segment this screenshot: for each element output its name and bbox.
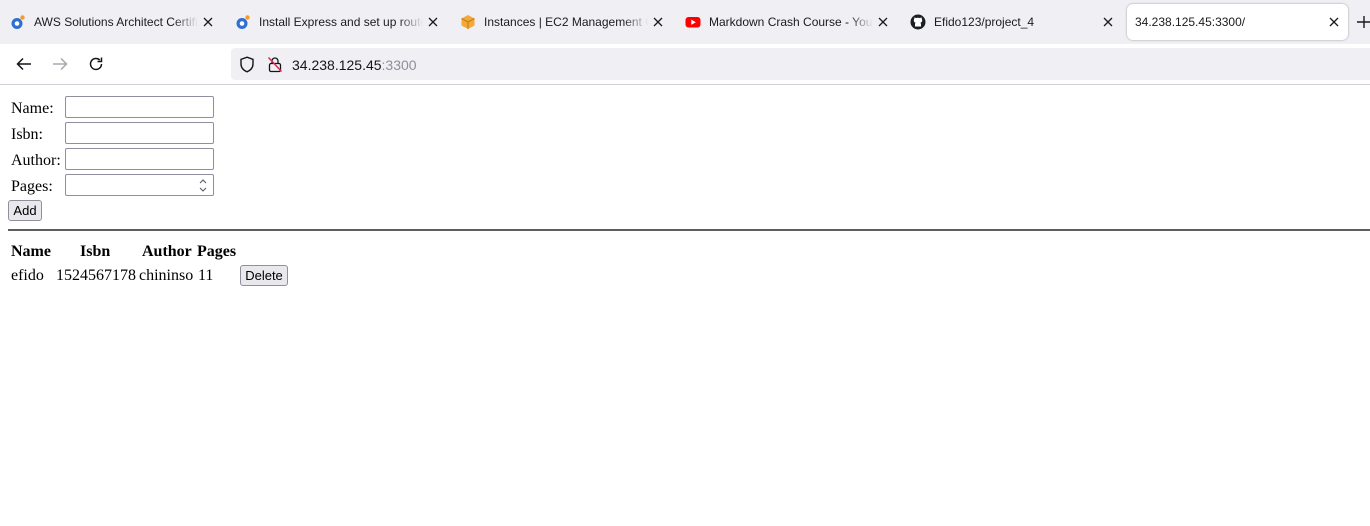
tab-title: 34.238.125.45:3300/: [1135, 15, 1246, 29]
blue-swirl-icon: [235, 14, 251, 30]
reload-icon[interactable]: [84, 52, 108, 76]
close-tab-icon[interactable]: [200, 14, 216, 30]
tab-title: Efido123/project_4: [934, 15, 1035, 29]
pages-label: Pages:: [11, 178, 53, 195]
tab-strip: AWS Solutions Architect Certification In…: [0, 0, 1370, 44]
header-name: Name: [11, 243, 51, 260]
tab-install-express[interactable]: Install Express and set up routes: [225, 4, 447, 40]
isbn-input[interactable]: [65, 122, 214, 144]
close-tab-icon[interactable]: [650, 14, 666, 30]
blue-swirl-icon: [10, 14, 26, 30]
tab-title: AWS Solutions Architect Certification: [34, 15, 198, 29]
tab-ec2-instances[interactable]: Instances | EC2 Management Console: [450, 4, 672, 40]
tab-github-project[interactable]: Efido123/project_4: [900, 4, 1122, 40]
cell-name: efido: [11, 267, 44, 284]
header-pages: Pages: [197, 243, 237, 260]
tab-title: Markdown Crash Course - YouTube: [709, 15, 873, 29]
pages-input[interactable]: [65, 174, 214, 196]
name-label: Name:: [11, 100, 54, 117]
url-host: 34.238.125.45: [292, 56, 382, 73]
url-port: :3300: [381, 56, 417, 73]
add-button[interactable]: Add: [8, 200, 42, 221]
delete-button[interactable]: Delete: [240, 265, 288, 286]
cell-author: chininso: [139, 267, 194, 284]
new-tab-icon[interactable]: [1356, 14, 1370, 30]
page-content: Name: Isbn: Author: Pages: Add Name Isbn…: [0, 85, 1370, 526]
header-isbn: Isbn: [80, 243, 111, 260]
tab-active-local-app[interactable]: 34.238.125.45:3300/: [1127, 4, 1348, 40]
close-tab-icon[interactable]: [425, 14, 441, 30]
youtube-icon: [685, 14, 701, 30]
back-arrow-icon[interactable]: [12, 52, 36, 76]
forward-arrow-icon[interactable]: [48, 52, 72, 76]
github-icon: [910, 14, 926, 30]
tab-markdown-crash-course[interactable]: Markdown Crash Course - YouTube: [675, 4, 897, 40]
close-tab-icon[interactable]: [875, 14, 891, 30]
address-bar[interactable]: 34.238.125.45:3300: [231, 48, 1370, 80]
tab-title: Install Express and set up routes: [259, 15, 423, 29]
author-label: Author:: [11, 152, 61, 169]
url-text[interactable]: 34.238.125.45:3300: [292, 55, 417, 74]
name-input[interactable]: [65, 96, 214, 118]
tab-title: Instances | EC2 Management Console: [484, 15, 648, 29]
number-spinner-icon[interactable]: [197, 177, 209, 194]
close-tab-icon[interactable]: [1100, 14, 1116, 30]
navigation-bar: 34.238.125.45:3300: [0, 44, 1370, 85]
cell-pages: 11: [198, 267, 214, 284]
insecure-lock-icon[interactable]: [266, 55, 284, 73]
shield-icon[interactable]: [238, 55, 256, 73]
isbn-label: Isbn:: [11, 126, 43, 143]
author-input[interactable]: [65, 148, 214, 170]
close-tab-icon[interactable]: [1326, 14, 1342, 30]
cell-isbn: 1524567178: [56, 267, 136, 284]
aws-cube-icon: [460, 14, 476, 30]
tab-aws-solutions-architect[interactable]: AWS Solutions Architect Certification: [0, 4, 222, 40]
header-author: Author: [142, 243, 192, 260]
divider: [8, 229, 1370, 231]
